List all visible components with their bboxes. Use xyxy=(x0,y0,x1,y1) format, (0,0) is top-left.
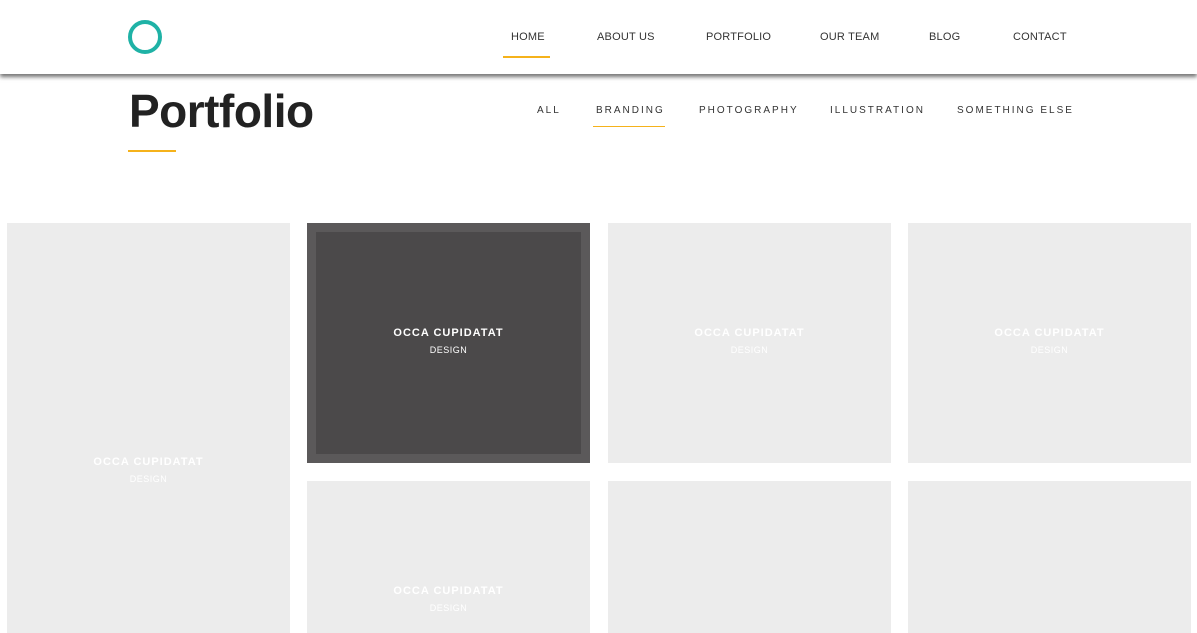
nav-item-home[interactable]: HOME xyxy=(511,31,545,43)
nav-item-about-us[interactable]: ABOUT US xyxy=(597,31,655,43)
portfolio-item-category: DESIGN xyxy=(730,345,769,355)
nav-item-blog[interactable]: BLOG xyxy=(929,31,960,43)
portfolio-item-caption: OCCA CUPIDATAT DESIGN xyxy=(307,327,590,355)
portfolio-item[interactable]: OCCA CUPIDATAT DESIGN xyxy=(908,223,1191,463)
page-title: Portfolio xyxy=(129,85,314,137)
portfolio-item[interactable]: OCCA CUPIDATAT DESIGN xyxy=(7,223,290,633)
portfolio-item-category: DESIGN xyxy=(1030,345,1069,355)
portfolio-item-title: OCCA CUPIDATAT xyxy=(393,327,504,339)
filter-something-else[interactable]: SOMETHING ELSE xyxy=(957,105,1074,116)
portfolio-item-title: OCCA CUPIDATAT xyxy=(393,585,504,597)
filter-branding[interactable]: BRANDING xyxy=(596,105,665,116)
main-nav: HOME ABOUT US PORTFOLIO OUR TEAM BLOG CO… xyxy=(0,0,1197,74)
portfolio-item-caption: OCCA CUPIDATAT DESIGN xyxy=(307,585,590,613)
portfolio-item-category: DESIGN xyxy=(429,603,468,613)
portfolio-item[interactable] xyxy=(608,481,891,633)
nav-item-portfolio[interactable]: PORTFOLIO xyxy=(706,31,771,43)
portfolio-item-caption: OCCA CUPIDATAT DESIGN xyxy=(7,456,290,484)
portfolio-item[interactable]: OCCA CUPIDATAT DESIGN xyxy=(307,481,590,633)
portfolio-item-hovered[interactable]: OCCA CUPIDATAT DESIGN xyxy=(307,223,590,463)
portfolio-item-caption: OCCA CUPIDATAT DESIGN xyxy=(908,327,1191,355)
nav-active-indicator xyxy=(503,56,550,58)
portfolio-item-title: OCCA CUPIDATAT xyxy=(994,327,1105,339)
filter-photography[interactable]: PHOTOGRAPHY xyxy=(699,105,799,116)
site-header: HOME ABOUT US PORTFOLIO OUR TEAM BLOG CO… xyxy=(0,0,1197,74)
portfolio-item-category: DESIGN xyxy=(429,345,468,355)
filter-active-indicator xyxy=(593,126,665,127)
nav-item-contact[interactable]: CONTACT xyxy=(1013,31,1067,43)
filter-illustration[interactable]: ILLUSTRATION xyxy=(830,105,925,116)
portfolio-item-title: OCCA CUPIDATAT xyxy=(694,327,805,339)
filter-all[interactable]: ALL xyxy=(537,105,561,116)
portfolio-item-category: DESIGN xyxy=(129,474,168,484)
portfolio-item-title: OCCA CUPIDATAT xyxy=(93,456,204,468)
portfolio-item[interactable]: OCCA CUPIDATAT DESIGN xyxy=(608,223,891,463)
portfolio-item[interactable] xyxy=(908,481,1191,633)
portfolio-item-caption: OCCA CUPIDATAT DESIGN xyxy=(608,327,891,355)
nav-item-our-team[interactable]: OUR TEAM xyxy=(820,31,879,43)
title-underline xyxy=(128,150,176,152)
